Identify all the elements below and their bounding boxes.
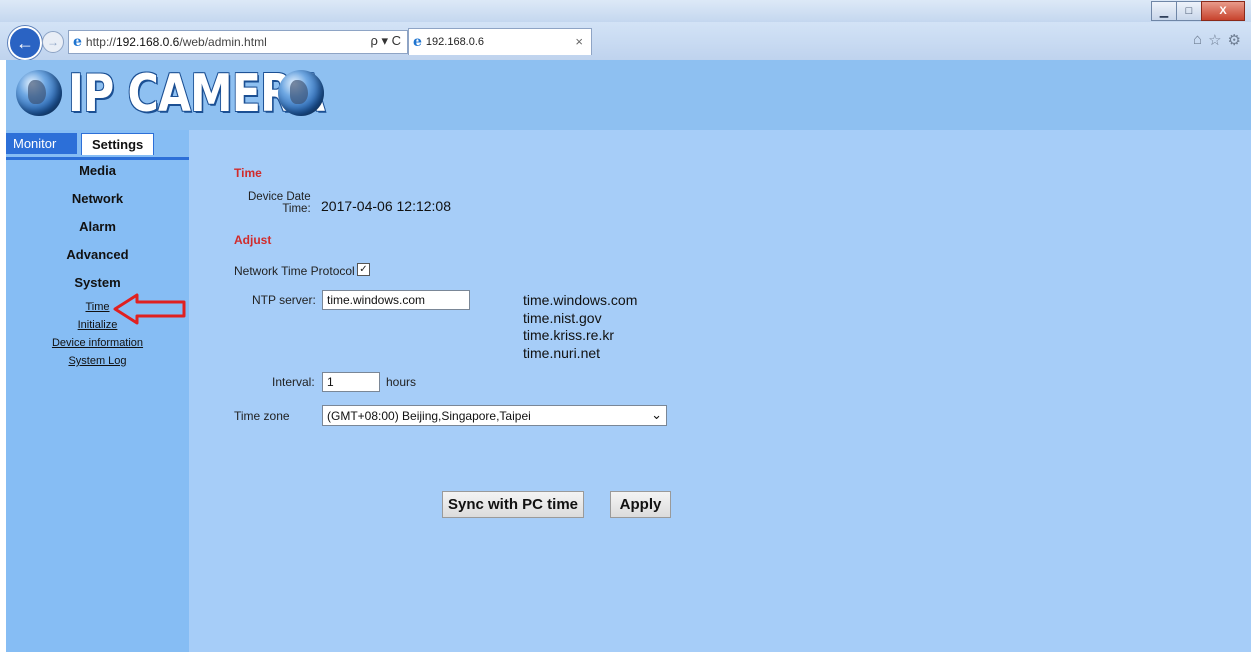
red-arrow-annotation [113,293,186,325]
url-text[interactable]: http://192.168.0.6/web/admin.html [86,35,267,49]
back-arrow-icon: ← [16,32,34,53]
sidebar-tabs: Monitor Settings [6,133,189,160]
interval-input[interactable] [322,372,380,392]
forward-arrow-icon: → [47,35,59,49]
globe-right-icon [278,70,324,116]
section-title-adjust: Adjust [234,233,272,247]
back-button[interactable]: ← [8,26,42,60]
device-date-value: 2017-04-06 12:12:08 [321,198,451,214]
device-date-label: Device Date Time: [248,191,311,215]
menu-media[interactable]: Media [6,163,189,178]
ntp-server-option: time.windows.com [523,292,638,308]
ntp-server-label: NTP server: [252,293,316,307]
browser-icons: ⌂ ☆ ⚙ [1193,31,1241,49]
chevron-down-icon: ⌄ [651,407,662,422]
url-path: /web/admin.html [179,35,267,49]
window-titlebar: ▁ □ X [0,0,1251,22]
sidebar: Monitor Settings Media Network Alarm Adv… [6,130,189,652]
url-host: 192.168.0.6 [115,35,180,49]
link-system-log[interactable]: System Log [6,355,189,367]
url-prefix: http:// [85,35,116,49]
minimize-button[interactable]: ▁ [1151,1,1177,21]
close-window-button[interactable]: X [1201,1,1245,21]
timezone-value: (GMT+08:00) Beijing,Singapore,Taipei [327,408,531,423]
forward-button[interactable]: → [42,31,64,53]
window-controls: ▁ □ X [1151,1,1245,21]
page: IP CAMERA Monitor Settings Media Network… [6,60,1251,652]
address-bar[interactable]: e http://192.168.0.6/web/admin.html ρ ▾ … [68,30,408,54]
favorites-star-icon[interactable]: ☆ [1208,31,1221,49]
timezone-select[interactable]: (GMT+08:00) Beijing,Singapore,Taipei ⌄ [322,405,667,426]
device-date-label-line2: Time: [282,203,311,215]
tab-monitor[interactable]: Monitor [6,133,77,154]
ntp-server-input[interactable] [322,290,470,310]
search-refresh-icon[interactable]: ρ ▾ C [370,33,401,49]
interval-unit: hours [386,375,417,389]
menu-system[interactable]: System [6,275,189,290]
section-title-time: Time [234,166,262,180]
menu-alarm[interactable]: Alarm [6,219,189,234]
menu-network[interactable]: Network [6,191,189,206]
sync-pc-time-button[interactable]: Sync with PC time [442,491,584,518]
ntp-server-option: time.kriss.re.kr [523,327,614,343]
ntp-server-list: time.windows.com time.nist.gov time.kris… [523,292,637,362]
maximize-button[interactable]: □ [1176,1,1202,21]
globe-left-icon [16,70,62,116]
tab-title: 192.168.0.6 [425,36,485,48]
tab-close-icon[interactable]: × [575,34,583,49]
apply-button[interactable]: Apply [610,491,671,518]
ie-page-icon: e [73,34,82,50]
ntp-checkbox[interactable]: ✓ [357,263,370,276]
tab-ie-icon: e [413,34,422,50]
browser-toolbar: ← → e http://192.168.0.6/web/admin.html … [0,22,1251,60]
timezone-label: Time zone [234,409,290,423]
page-header: IP CAMERA [6,60,1251,130]
interval-label: Interval: [272,375,315,389]
ntp-server-option: time.nist.gov [523,309,602,326]
device-date-label-line1: Device Date [248,191,311,203]
tab-settings[interactable]: Settings [81,133,155,155]
tools-gear-icon[interactable]: ⚙ [1228,31,1241,49]
home-icon[interactable]: ⌂ [1193,31,1202,49]
browser-tab[interactable]: e 192.168.0.6 × [408,28,592,55]
main-content: Time Device Date Time: 2017-04-06 12:12:… [189,130,1251,652]
ntp-label: Network Time Protocol [234,264,355,278]
ntp-server-option: time.nuri.net [523,344,601,361]
menu-advanced[interactable]: Advanced [6,247,189,262]
link-device-information[interactable]: Device information [6,337,189,349]
